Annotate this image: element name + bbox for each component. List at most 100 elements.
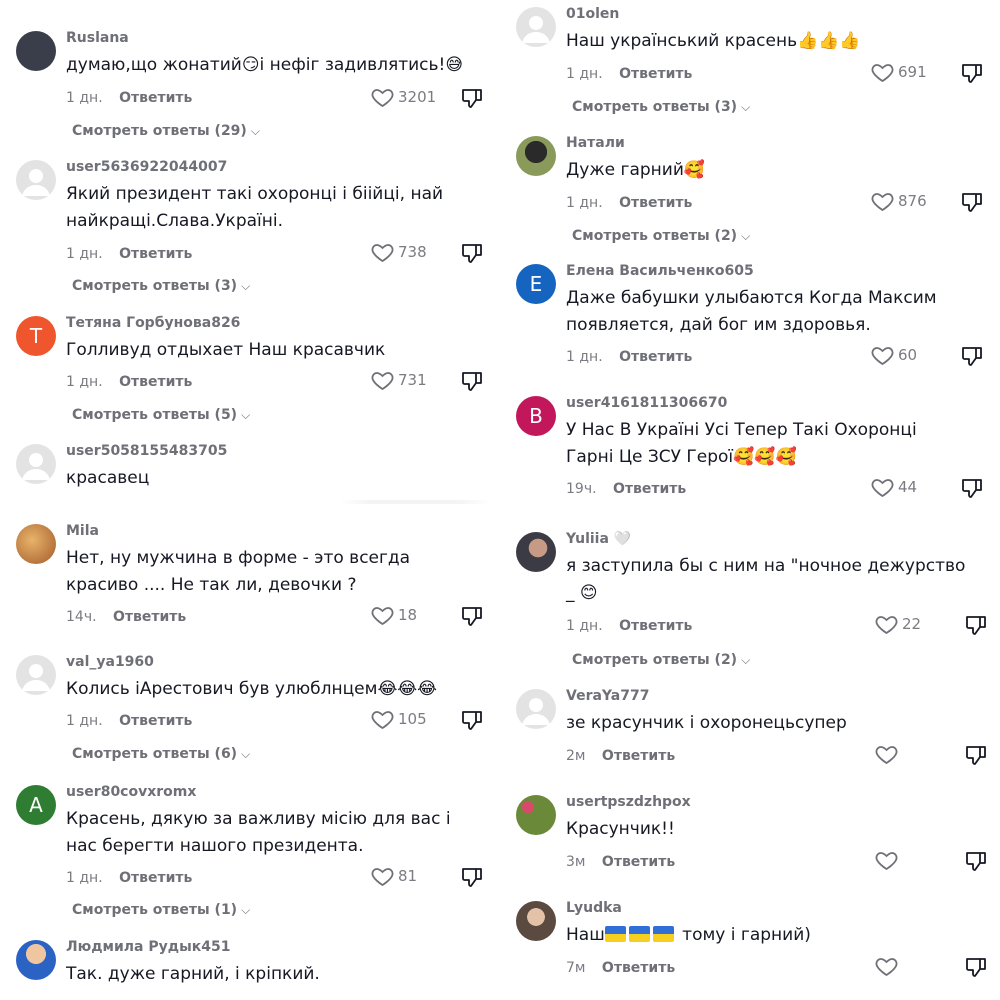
comment-username[interactable]: Елена Васильченко605 (566, 263, 754, 279)
comment-username[interactable]: user5636922044007 (66, 159, 227, 175)
reply-button[interactable]: Ответить (602, 854, 675, 870)
heart-icon (871, 64, 894, 83)
comment-username[interactable]: 01olen (566, 6, 619, 22)
comment-username[interactable]: Mila (66, 523, 99, 539)
dislike-icon[interactable] (960, 344, 984, 368)
view-replies-button[interactable]: Смотреть ответы (29) ⌵ (72, 123, 260, 139)
comment-text: зе красунчик і охоронецьсупер (566, 713, 847, 733)
heart-icon (371, 89, 394, 108)
view-replies-button[interactable]: Смотреть ответы (3) ⌵ (72, 278, 250, 294)
like-button[interactable]: 18 (370, 603, 417, 627)
comment-username[interactable]: Тетяна Горбунова826 (66, 315, 240, 331)
reply-button[interactable]: Ответить (619, 195, 692, 211)
dislike-icon[interactable] (460, 369, 484, 393)
like-count: 691 (898, 63, 927, 81)
reply-button[interactable]: Ответить (619, 66, 692, 82)
comment-text: Красунчик!! (566, 819, 675, 839)
reply-button[interactable]: Ответить (113, 609, 186, 625)
like-button[interactable]: 105 (370, 707, 427, 731)
avatar[interactable] (516, 901, 556, 941)
reply-button[interactable]: Ответить (613, 481, 686, 497)
reply-button[interactable]: Ответить (602, 960, 675, 976)
dislike-icon[interactable] (460, 865, 484, 889)
avatar[interactable] (16, 940, 56, 980)
view-replies-button[interactable]: Смотреть ответы (5) ⌵ (72, 407, 250, 423)
avatar[interactable] (16, 524, 56, 564)
like-button[interactable]: 3201 (370, 85, 436, 109)
reply-button[interactable]: Ответить (619, 349, 692, 365)
reply-button[interactable]: Ответить (119, 870, 192, 886)
view-replies-button[interactable]: Смотреть ответы (2) ⌵ (572, 228, 750, 244)
dislike-icon[interactable] (460, 86, 484, 110)
dislike-icon[interactable] (460, 604, 484, 628)
dislike-icon[interactable] (964, 955, 988, 979)
comment-meta: 1 дн. Ответить (66, 246, 192, 262)
like-button[interactable]: 60 (870, 343, 917, 367)
dislike-icon[interactable] (964, 613, 988, 637)
avatar[interactable]: E (516, 264, 556, 304)
comment-username[interactable]: usertpszdzhpox (566, 794, 691, 810)
avatar[interactable] (16, 655, 56, 695)
comment-username[interactable]: val_ya1960 (66, 654, 154, 670)
avatar[interactable]: A (16, 785, 56, 825)
comment-username[interactable]: VeraYa777 (566, 688, 649, 704)
avatar[interactable] (516, 136, 556, 176)
avatar[interactable] (16, 31, 56, 71)
like-button[interactable]: 731 (370, 368, 427, 392)
reply-button[interactable]: Ответить (119, 713, 192, 729)
view-replies-button[interactable]: Смотреть ответы (3) ⌵ (572, 99, 750, 115)
comment-username[interactable]: user5058155483705 (66, 443, 227, 459)
dislike-icon[interactable] (964, 743, 988, 767)
comment-username[interactable]: user80covxromx (66, 784, 196, 800)
view-replies-button[interactable]: Смотреть ответы (6) ⌵ (72, 746, 250, 762)
avatar[interactable] (516, 7, 556, 47)
avatar-letter: E (529, 272, 543, 296)
dislike-icon[interactable] (960, 190, 984, 214)
comment-username[interactable]: Yuliia 🤍 (566, 531, 631, 547)
dislike-icon[interactable] (460, 708, 484, 732)
like-button[interactable]: 691 (870, 60, 927, 84)
avatar[interactable] (16, 444, 56, 484)
comment-username[interactable]: Lyudka (566, 900, 622, 916)
comment-text: думаю,що жонатий😏і нефіг задивлятись!😅 (66, 55, 464, 75)
like-button[interactable] (874, 742, 902, 766)
like-button[interactable] (874, 954, 902, 978)
comment-username[interactable]: Людмила Рудык451 (66, 939, 230, 955)
dislike-icon[interactable] (964, 849, 988, 873)
avatar[interactable] (516, 689, 556, 729)
ukraine-flag-icon (652, 926, 674, 942)
like-button[interactable]: 22 (874, 612, 921, 636)
dislike-icon[interactable] (460, 241, 484, 265)
heart-icon (875, 852, 898, 871)
like-button[interactable]: 81 (370, 864, 417, 888)
avatar[interactable] (516, 532, 556, 572)
like-button[interactable]: 44 (870, 475, 917, 499)
comment-username[interactable]: Ruslana (66, 30, 129, 46)
comment-username[interactable]: Натали (566, 135, 625, 151)
reply-button[interactable]: Ответить (119, 90, 192, 106)
reply-button[interactable]: Ответить (119, 246, 192, 262)
avatar-letter: Т (29, 324, 43, 348)
avatar[interactable] (516, 795, 556, 835)
comment-text-part: Наш (566, 925, 605, 945)
avatar[interactable] (16, 160, 56, 200)
comment-meta: 1 дн. Ответить (566, 349, 692, 365)
dislike-icon[interactable] (960, 61, 984, 85)
like-button[interactable]: 876 (870, 189, 927, 213)
reply-button[interactable]: Ответить (602, 748, 675, 764)
view-replies-button[interactable]: Смотреть ответы (1) ⌵ (72, 902, 250, 918)
avatar[interactable]: Т (16, 316, 56, 356)
view-replies-button[interactable]: Смотреть ответы (2) ⌵ (572, 652, 750, 668)
reply-button[interactable]: Ответить (619, 618, 692, 634)
comment-time: 14ч. (66, 609, 97, 625)
comment-time: 1 дн. (566, 349, 603, 365)
avatar[interactable]: B (516, 396, 556, 436)
dislike-icon[interactable] (960, 476, 984, 500)
reply-button[interactable]: Ответить (119, 374, 192, 390)
like-button[interactable]: 738 (370, 240, 427, 264)
like-count: 731 (398, 371, 427, 389)
heart-icon (875, 616, 898, 635)
comment-username[interactable]: user4161811306670 (566, 395, 727, 411)
like-button[interactable] (874, 848, 902, 872)
comment-meta: 1 дн. Ответить (566, 66, 692, 82)
